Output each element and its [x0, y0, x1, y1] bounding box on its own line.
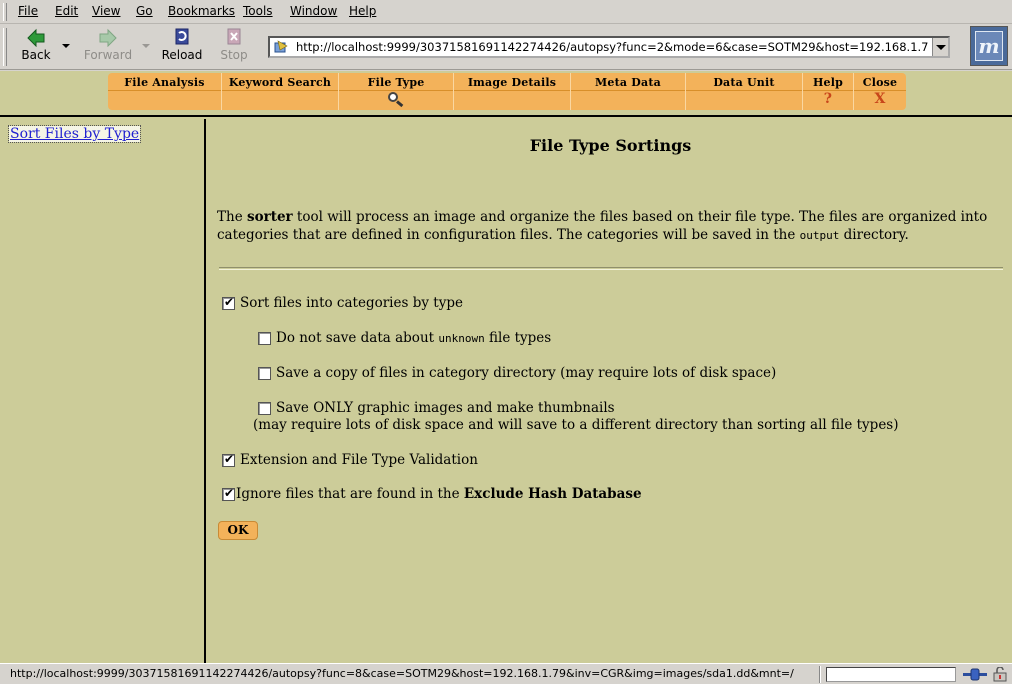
intro-paragraph: The sorter tool will process an image an… [217, 209, 988, 243]
sort-checkbox[interactable]: ✔ [222, 295, 235, 310]
site-icon [274, 40, 288, 53]
menu-go[interactable]: Go [136, 4, 153, 18]
menu-view[interactable]: View [92, 4, 120, 18]
online-status-icon[interactable] [962, 667, 988, 682]
url-field[interactable]: http://localhost:9999/303715816911422744… [268, 36, 950, 58]
ok-button[interactable]: OK [218, 521, 258, 540]
forward-label: Forward [83, 48, 133, 62]
help-question-icon: ? [823, 91, 833, 107]
tab-meta-data-label: Meta Data [571, 73, 685, 91]
status-divider [819, 666, 821, 683]
graphics-only-option-label: Save ONLY graphic images and make thumbn… [276, 400, 615, 416]
tab-help[interactable]: Help ? [803, 73, 854, 110]
forward-history-dropdown[interactable] [142, 44, 150, 48]
reload-button[interactable]: Reload [154, 27, 210, 67]
menu-window[interactable]: Window [290, 4, 337, 18]
graphics-only-note: (may require lots of disk space and will… [253, 417, 899, 433]
main-frame: File Type Sortings The sorter tool will … [209, 119, 1012, 663]
back-label: Back [21, 48, 51, 62]
magnifier-icon [388, 92, 404, 108]
tab-data-unit[interactable]: Data Unit [686, 73, 803, 110]
page-heading: File Type Sortings [529, 136, 692, 155]
toolbar-grip [3, 28, 7, 66]
forward-button[interactable]: Forward [80, 27, 136, 67]
menu-bar: File Edit View Go Bookmarks Tools Window… [0, 0, 1012, 24]
validation-option-label: Extension and File Type Validation [240, 452, 478, 468]
close-x-icon: X [874, 91, 886, 107]
save-copy-option-label: Save a copy of files in category directo… [276, 365, 777, 381]
menubar-grip [3, 3, 7, 21]
tab-meta-data[interactable]: Meta Data [571, 73, 686, 110]
no-unknown-option-label: Do not save data about unknown file type… [276, 330, 552, 346]
security-lock-icon[interactable] [992, 667, 1008, 682]
menu-bookmarks[interactable]: Bookmarks [168, 4, 235, 18]
reload-icon [175, 28, 189, 45]
ignore-hash-checkbox[interactable]: ✔ [222, 486, 235, 501]
sort-option-label: Sort files into categories by type [240, 295, 463, 311]
url-history-dropdown[interactable] [932, 38, 948, 56]
nav-toolbar: Back Forward Reload Stop http://localhos… [0, 24, 1012, 70]
validation-checkbox[interactable]: ✔ [222, 452, 235, 467]
url-text[interactable]: http://localhost:9999/303715816911422744… [296, 40, 928, 54]
sort-files-by-type-link[interactable]: Sort Files by Type [7, 125, 142, 143]
tab-file-analysis-label: File Analysis [108, 73, 221, 91]
tab-file-analysis[interactable]: File Analysis [108, 73, 222, 110]
reload-label: Reload [161, 48, 203, 62]
status-text: http://localhost:9999/303715816911422744… [10, 667, 794, 680]
tab-strip: File Analysis Keyword Search File Type I… [108, 73, 906, 110]
tab-help-label: Help [803, 73, 853, 91]
menu-file[interactable]: File [18, 4, 38, 18]
m-logo-icon: m [975, 31, 1003, 61]
no-unknown-checkbox[interactable] [258, 332, 271, 345]
browser-throbber-logo[interactable]: m [970, 26, 1008, 66]
back-history-dropdown[interactable] [62, 44, 70, 48]
graphics-only-checkbox[interactable] [258, 402, 271, 415]
tab-close[interactable]: Close X [854, 73, 906, 110]
sorter-term: sorter [246, 209, 293, 225]
tab-close-label: Close [854, 73, 906, 91]
stop-icon [227, 28, 241, 45]
tab-image-details[interactable]: Image Details [454, 73, 571, 110]
output-term: output [799, 229, 840, 242]
menu-edit[interactable]: Edit [55, 4, 78, 18]
save-copy-checkbox[interactable] [258, 367, 271, 380]
tab-image-details-label: Image Details [454, 73, 570, 91]
left-frame: Sort Files by Type [0, 119, 206, 663]
tab-data-unit-label: Data Unit [686, 73, 802, 91]
back-button[interactable]: Back [8, 27, 64, 67]
progress-meter [826, 667, 956, 682]
menu-tools[interactable]: Tools [243, 4, 273, 18]
back-arrow-icon [27, 28, 45, 47]
tab-file-type[interactable]: File Type [339, 73, 454, 110]
tab-keyword-search-label: Keyword Search [222, 73, 338, 91]
forward-arrow-icon [99, 28, 117, 47]
autopsy-tab-bar: File Analysis Keyword Search File Type I… [0, 71, 1012, 117]
section-divider [219, 267, 1003, 270]
status-bar: http://localhost:9999/303715816911422744… [0, 663, 1012, 684]
page-content: File Analysis Keyword Search File Type I… [0, 71, 1012, 663]
tab-file-type-label: File Type [339, 73, 453, 91]
stop-button[interactable]: Stop [206, 27, 262, 67]
tab-keyword-search[interactable]: Keyword Search [222, 73, 339, 110]
ignore-hash-option-label: Ignore files that are found in the Exclu… [236, 486, 642, 502]
stop-label: Stop [220, 48, 248, 62]
menu-help[interactable]: Help [349, 4, 376, 18]
